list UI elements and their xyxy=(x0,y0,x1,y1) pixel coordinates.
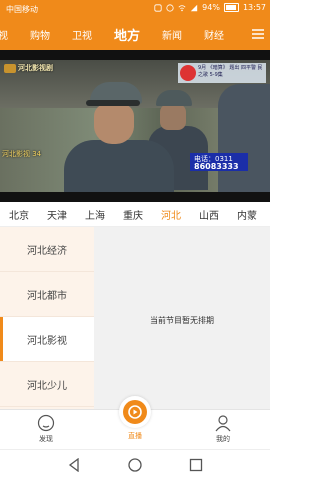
tab-news[interactable]: 新闻 xyxy=(151,27,193,42)
bottom-tab-live[interactable]: 直播 xyxy=(115,431,155,441)
promo-text: 9月 《暗算》 题出 四平警 民之歌 5-9集 xyxy=(198,65,263,78)
tab-finance[interactable]: 财经 xyxy=(193,27,235,42)
signal-icon xyxy=(190,4,198,11)
mine-label: 我的 xyxy=(216,435,230,443)
top-category-nav: 视 购物 卫视 地方 新闻 财经 综 xyxy=(0,18,270,50)
phone-number: 86083333 xyxy=(194,162,239,171)
hamburger-icon xyxy=(252,29,264,39)
compass-icon xyxy=(37,414,55,432)
live-label: 直播 xyxy=(128,432,142,440)
watermark: 河北影视 34 xyxy=(2,150,42,158)
province-tab-shanghai[interactable]: 上海 xyxy=(76,207,114,222)
empty-schedule-message: 当前节目暂无排期 xyxy=(150,316,214,325)
live-button[interactable] xyxy=(119,396,151,428)
wifi-icon xyxy=(178,4,186,11)
play-icon xyxy=(128,405,142,419)
channel-list: 河北经济 河北都市 河北影视 河北少儿 xyxy=(0,227,94,409)
home-icon[interactable] xyxy=(128,458,142,472)
channel-item-film[interactable]: 河北影视 xyxy=(0,317,94,362)
tab-shopping[interactable]: 购物 xyxy=(19,27,61,42)
schedule-panel: 当前节目暂无排期 xyxy=(94,227,270,409)
status-icons: 94% 13:57 xyxy=(154,3,266,12)
system-nav-bar xyxy=(0,449,270,481)
province-tab-beijing[interactable]: 北京 xyxy=(0,207,38,222)
province-tab-hebei[interactable]: 河北 xyxy=(152,207,190,226)
phone-banner: 电话：0311 86083333 xyxy=(190,153,248,171)
bottom-tab-mine[interactable]: 我的 xyxy=(203,414,243,444)
recents-icon[interactable] xyxy=(189,458,203,472)
province-tabs: 北京 天津 上海 重庆 河北 山西 内蒙 xyxy=(0,202,270,227)
letterbox-bottom xyxy=(0,192,270,202)
channel-logo: 河北影视剧 xyxy=(4,63,53,73)
battery-percent: 94% xyxy=(202,3,220,12)
tab-partial[interactable]: 视 xyxy=(0,27,19,42)
bottom-tab-discover[interactable]: 发现 xyxy=(26,414,66,444)
channel-item-kids[interactable]: 河北少儿 xyxy=(0,362,94,407)
tab-local[interactable]: 地方 xyxy=(103,25,151,50)
menu-button[interactable] xyxy=(246,18,270,50)
channel-logo-text: 河北影视剧 xyxy=(18,64,53,72)
clock: 13:57 xyxy=(242,3,266,12)
channel-item-urban[interactable]: 河北都市 xyxy=(0,272,94,317)
back-icon[interactable] xyxy=(67,458,81,472)
province-tab-neimeng[interactable]: 内蒙 xyxy=(228,207,266,222)
tab-variety[interactable]: 综 xyxy=(235,27,246,42)
status-bar: 中国移动 94% 13:57 xyxy=(0,0,270,18)
letterbox-top xyxy=(0,50,270,60)
channel-item-economy[interactable]: 河北经济 xyxy=(0,227,94,272)
province-tab-tianjin[interactable]: 天津 xyxy=(38,207,76,222)
notification-icon xyxy=(154,3,162,12)
promo-banner: 9月 《暗算》 题出 四平警 民之歌 5-9集 xyxy=(178,63,266,83)
carrier-name: 中国移动 xyxy=(6,5,38,14)
tab-satellite[interactable]: 卫视 xyxy=(61,27,103,42)
province-tab-chongqing[interactable]: 重庆 xyxy=(114,207,152,222)
battery-icon xyxy=(223,3,239,12)
discover-label: 发现 xyxy=(39,435,53,443)
promo-logo-icon xyxy=(180,65,196,81)
user-icon xyxy=(215,415,231,432)
alarm-icon xyxy=(166,3,174,12)
video-player[interactable]: 河北影视剧 9月 《暗算》 题出 四平警 民之歌 5-9集 河北影视 34 电话… xyxy=(0,50,270,202)
province-tab-shanxi[interactable]: 山西 xyxy=(190,207,228,222)
